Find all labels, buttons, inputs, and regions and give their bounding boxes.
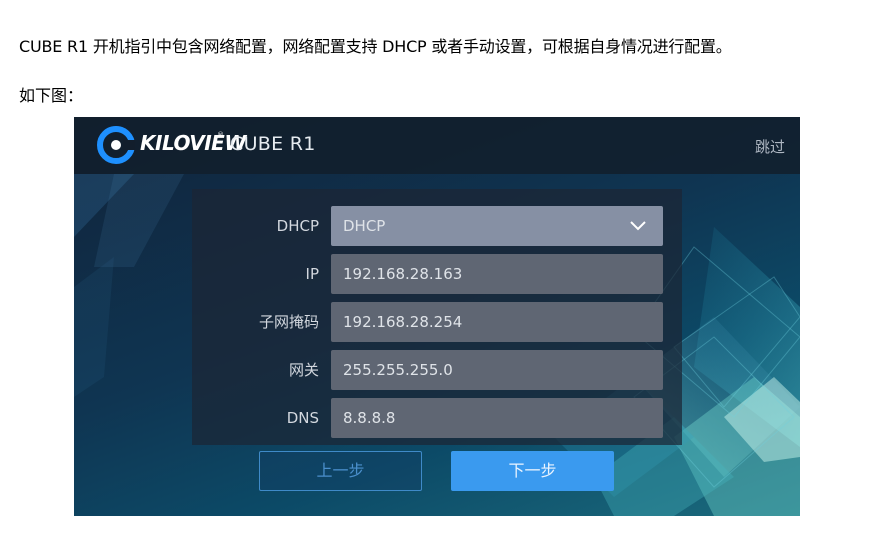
gateway-field[interactable]: 255.255.255.0 <box>331 350 663 390</box>
document-intro-text: CUBE R1 开机指引中包含网络配置，网络配置支持 DHCP 或者手动设置，可… <box>19 37 732 56</box>
form-row-gateway: 网关 255.255.255.0 <box>192 350 682 390</box>
brand-registered-mark: ® <box>217 131 224 139</box>
dns-field[interactable]: 8.8.8.8 <box>331 398 663 438</box>
chevron-down-icon <box>630 221 646 231</box>
device-screen: KILOVIEW ® CUBE R1 跳过 DHCP DHCP IP 192.1… <box>74 117 800 516</box>
document-caption: 如下图： <box>19 86 84 105</box>
top-bar: KILOVIEW ® CUBE R1 跳过 <box>74 117 800 174</box>
next-step-button[interactable]: 下一步 <box>451 451 614 491</box>
network-config-panel: DHCP DHCP IP 192.168.28.163 子网掩码 192.168… <box>192 189 682 445</box>
skip-button[interactable]: 跳过 <box>755 136 785 157</box>
form-row-dhcp: DHCP DHCP <box>192 206 682 246</box>
subnet-mask-field[interactable]: 192.168.28.254 <box>331 302 663 342</box>
dns-label: DNS <box>286 409 319 427</box>
subnet-mask-label: 子网掩码 <box>258 313 319 331</box>
previous-step-button[interactable]: 上一步 <box>259 451 422 491</box>
dhcp-label: DHCP <box>276 217 319 235</box>
product-name: CUBE R1 <box>230 133 316 155</box>
dhcp-select[interactable]: DHCP <box>331 206 663 246</box>
form-row-dns: DNS 8.8.8.8 <box>192 398 682 438</box>
kiloview-logo-icon <box>97 126 135 164</box>
ip-label: IP <box>305 265 319 283</box>
form-row-subnet: 子网掩码 192.168.28.254 <box>192 302 682 342</box>
gateway-label: 网关 <box>288 361 319 379</box>
ip-field[interactable]: 192.168.28.163 <box>331 254 663 294</box>
form-row-ip: IP 192.168.28.163 <box>192 254 682 294</box>
dhcp-select-value: DHCP <box>343 217 386 235</box>
